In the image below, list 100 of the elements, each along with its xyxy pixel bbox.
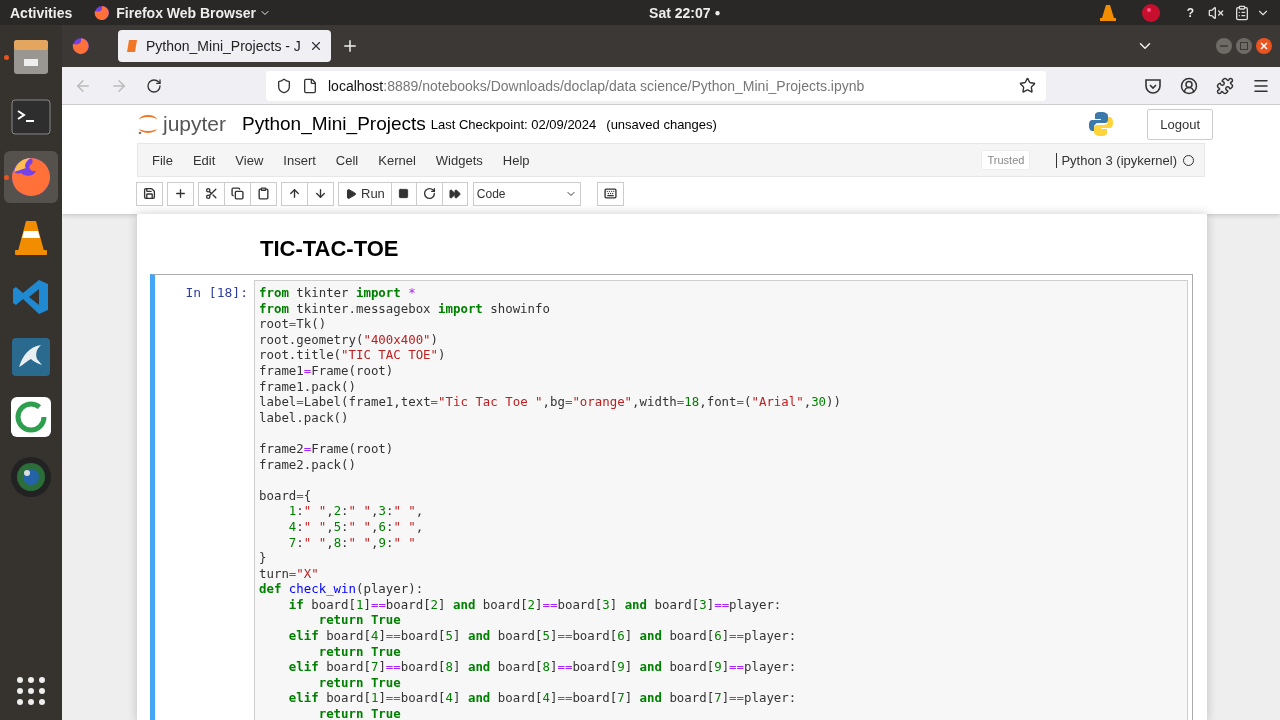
notebook-name[interactable]: Python_Mini_Projects xyxy=(242,113,426,135)
record-icon[interactable] xyxy=(1140,2,1161,23)
keyboard-button[interactable] xyxy=(596,181,624,206)
code-line: 1:" ",2:" ",3:" ", xyxy=(287,503,425,519)
browser-icon[interactable] xyxy=(72,37,90,55)
python-logo xyxy=(1087,110,1116,138)
kernel-name[interactable]: Python 3 (ipykernel) xyxy=(1056,152,1177,168)
copy-icon xyxy=(231,187,244,200)
camera-lens-icon[interactable] xyxy=(10,456,52,498)
extensions-icon[interactable] xyxy=(1216,76,1234,95)
browser-tab[interactable]: Python_Mini_Projects - J xyxy=(118,30,331,62)
code-line: elif board[7]==board[8] and board[8]==board[9] and board[9]==player: xyxy=(287,659,798,675)
arrow-down-icon xyxy=(314,187,327,200)
menu-item[interactable]: Edit xyxy=(182,152,226,168)
code-line: elif board[1]==board[4] and board[4]==board[7] and board[7]==player: xyxy=(287,690,798,707)
insert-cell-button[interactable] xyxy=(167,181,194,206)
code-line: } xyxy=(259,550,268,566)
star-icon[interactable] xyxy=(1019,77,1036,94)
arrow-up-icon xyxy=(288,187,301,200)
menu-item[interactable]: Help xyxy=(492,152,540,168)
code-line: from tkinter import * xyxy=(259,285,417,301)
app-menu[interactable]: Firefox Web Browser xyxy=(116,4,257,21)
code-line: board={ xyxy=(259,487,313,504)
code-line: frame2=Frame(root) xyxy=(259,440,395,457)
code-line: frame1.pack() xyxy=(259,378,357,395)
code-line: frame1=Frame(root) xyxy=(259,362,395,379)
scissors-icon xyxy=(205,187,218,200)
save-icon xyxy=(143,187,156,200)
jupyter-logo[interactable]: jupyter xyxy=(137,111,227,137)
cell-type-select[interactable]: Code xyxy=(472,181,581,206)
save-button[interactable] xyxy=(136,181,163,206)
unsaved-text: (unsaved changes) xyxy=(606,116,717,132)
notebook-icon xyxy=(126,39,138,53)
code-line: 7:" ",8:" ",9:" " xyxy=(287,534,417,551)
move-up-button[interactable] xyxy=(281,181,308,206)
play-icon xyxy=(345,187,357,200)
menu-item[interactable]: Cell xyxy=(325,152,369,168)
cut-button[interactable] xyxy=(198,181,225,206)
file-cabinet-icon[interactable] xyxy=(11,37,51,77)
code-line: from tkinter.messagebox import showinfo xyxy=(259,300,551,317)
stop-button[interactable] xyxy=(390,181,417,206)
cell-prompt: In [18]: xyxy=(184,284,249,302)
menu-item[interactable]: File xyxy=(142,152,183,168)
stop-icon xyxy=(398,188,410,199)
address-bar[interactable]: localhost:8889/notebooks/Downloads/doclap/data science/Python_Mini_Projects.ipynb xyxy=(266,70,1046,101)
code-line: elif board[4]==board[5] and board[5]==board[6] and board[6]==player: xyxy=(287,628,798,644)
menu-item[interactable]: Kernel xyxy=(368,152,426,168)
menu-item[interactable]: View xyxy=(225,152,274,168)
run-button[interactable]: Run xyxy=(338,181,392,206)
terminal-icon[interactable] xyxy=(11,99,51,135)
clipboard-icon[interactable] xyxy=(1234,4,1250,21)
trusted-indicator[interactable]: Trusted xyxy=(981,150,1031,170)
activities-button[interactable]: Activities xyxy=(10,4,73,21)
code-line: 4:" ",5:" ",6:" ", xyxy=(287,518,425,535)
ring-icon[interactable] xyxy=(10,396,52,438)
dolphin-icon[interactable] xyxy=(11,337,51,377)
code-line: return True xyxy=(317,612,402,629)
reload-icon[interactable] xyxy=(146,77,162,94)
keyboard-icon xyxy=(603,187,617,200)
section-heading: TIC-TAC-TOE xyxy=(260,236,400,262)
close-icon[interactable] xyxy=(1256,38,1272,54)
page-icon[interactable] xyxy=(302,77,318,94)
status-dot: ● xyxy=(714,7,721,18)
menu-item[interactable]: Widgets xyxy=(425,152,493,168)
code-line: def check_win(player): xyxy=(259,581,425,597)
code-line: return True xyxy=(317,674,402,691)
clock[interactable]: Sat 22:07 xyxy=(649,4,711,21)
plus-icon xyxy=(174,187,187,200)
run-all-button[interactable] xyxy=(441,181,468,206)
checkpoint-text: Last Checkpoint: 02/09/2024 xyxy=(430,116,597,132)
volume-muted-icon[interactable] xyxy=(1208,4,1224,21)
browser-icon[interactable] xyxy=(10,156,52,198)
code-editor-icon[interactable] xyxy=(12,278,50,316)
code-line: turn="X" xyxy=(259,565,320,582)
url-text: localhost:8889/notebooks/Downloads/doclap/data science/Python_Mini_Projects.ipynb xyxy=(328,77,866,94)
app-grid-icon[interactable] xyxy=(16,676,46,706)
code-line: frame2.pack() xyxy=(259,456,357,473)
move-down-button[interactable] xyxy=(307,181,334,206)
code-line: return True xyxy=(317,706,402,720)
code-line: return True xyxy=(317,643,402,660)
traffic-cone-icon[interactable] xyxy=(1098,3,1117,22)
code-line: label=Label(frame1,text="Tic Tac Toe ",bg="orange",width=18,font=("Arial",30)) xyxy=(259,394,842,410)
menu-item[interactable]: Insert xyxy=(273,152,326,168)
pocket-icon[interactable] xyxy=(1144,76,1162,95)
paste-button[interactable] xyxy=(250,181,277,206)
code-line: root=Tk() xyxy=(259,316,328,332)
shield-icon[interactable] xyxy=(276,77,292,94)
browser-icon xyxy=(94,4,111,21)
account-icon[interactable] xyxy=(1180,76,1198,95)
restart-button[interactable] xyxy=(415,181,443,206)
logout-button[interactable]: Logout xyxy=(1147,108,1213,140)
code-line: if board[1]==board[2] and board[2]==board[3] and board[3]==player: xyxy=(287,596,783,613)
help-icon[interactable]: ? xyxy=(1186,5,1194,20)
copy-button[interactable] xyxy=(224,181,251,206)
code-line: label.pack() xyxy=(259,409,350,426)
code-line: root.geometry("400x400") xyxy=(259,331,440,348)
restart-icon xyxy=(422,187,436,200)
code-line: root.title("TIC TAC TOE") xyxy=(259,347,447,363)
paste-icon xyxy=(257,187,270,200)
fast-forward-icon xyxy=(448,187,461,200)
